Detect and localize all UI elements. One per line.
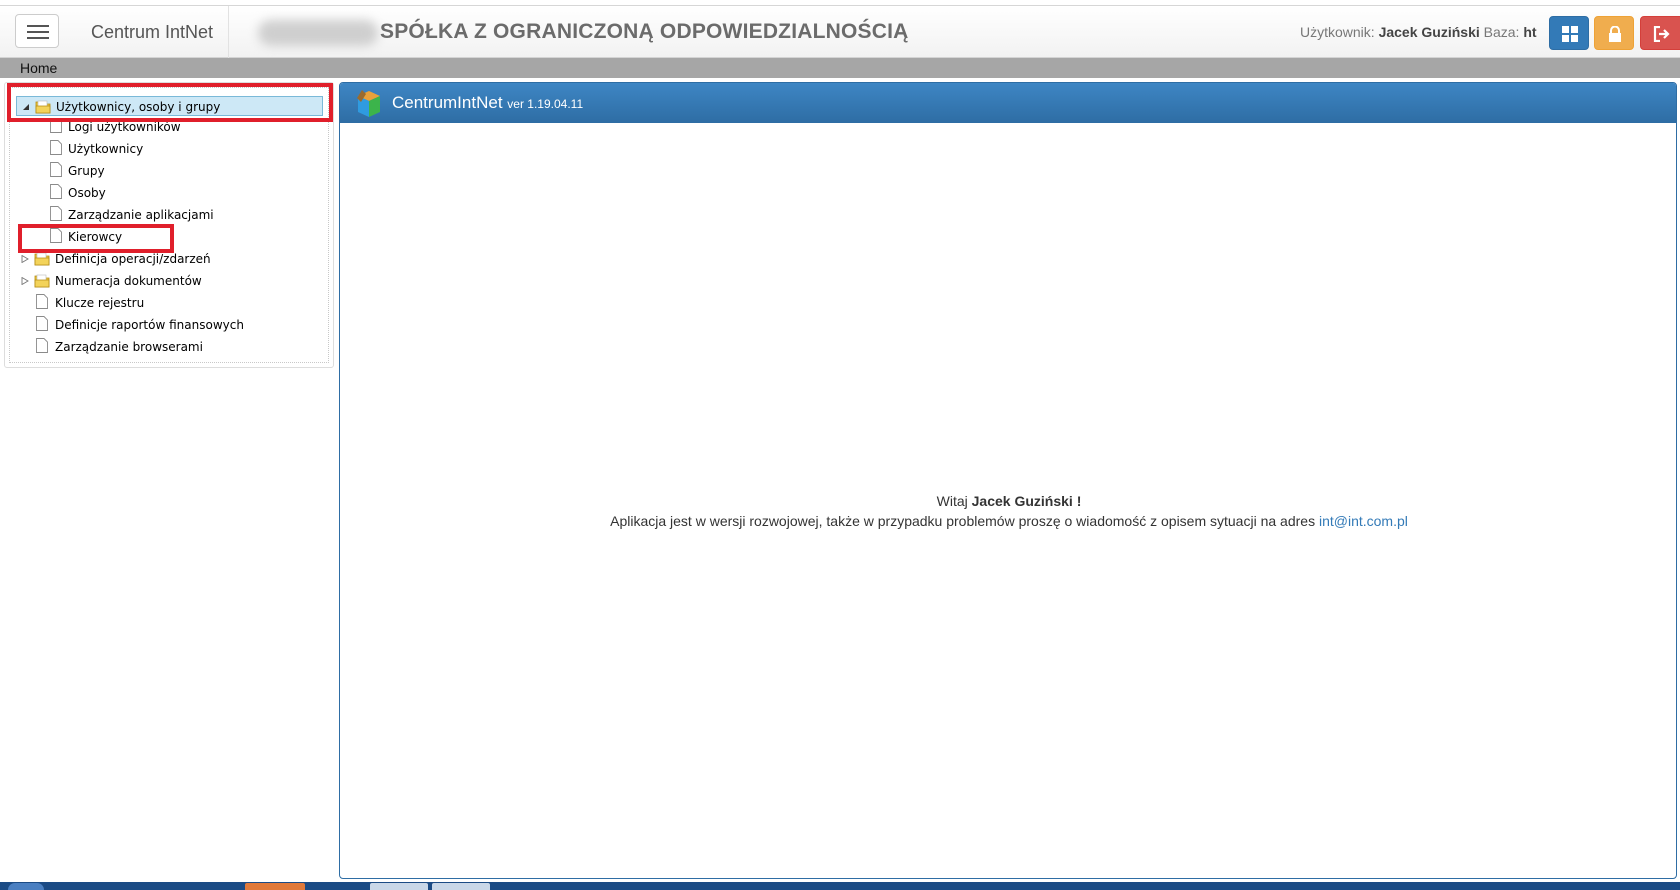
tree-node-label: Zarządzanie browserami <box>55 340 203 354</box>
breadcrumb-home[interactable]: Home <box>20 60 57 76</box>
document-icon <box>36 316 48 331</box>
document-icon <box>50 206 62 221</box>
tree-node-label: Użytkownicy <box>68 142 144 156</box>
info-message: Aplikacja jest w wersji rozwojowej, takż… <box>610 513 1316 529</box>
app-title: CentrumIntNet ver 1.19.04.11 <box>392 93 583 113</box>
welcome-prefix: Witaj <box>936 493 968 509</box>
document-icon <box>36 294 48 309</box>
dashboard-button[interactable] <box>1549 16 1589 50</box>
top-navbar: Centrum IntNet SPÓŁKA Z OGRANICZONĄ ODPO… <box>0 6 1680 58</box>
lock-icon <box>1609 26 1621 42</box>
brand-divider <box>228 6 229 58</box>
logout-button[interactable] <box>1640 16 1680 50</box>
document-icon <box>50 184 62 199</box>
folder-icon <box>34 252 50 266</box>
tree-node-document-numbering[interactable]: Numeracja dokumentów <box>19 271 299 291</box>
tree-node-financial-reports[interactable]: Definicje raportów finansowych <box>36 315 316 335</box>
lock-button[interactable] <box>1594 16 1634 50</box>
welcome-user-name: Jacek Guziński ! <box>971 493 1082 509</box>
welcome-message: Witaj Jacek Guziński ! Aplikacja jest w … <box>340 491 1676 531</box>
menu-toggle-button[interactable] <box>15 14 59 48</box>
contact-email-link[interactable]: int@int.com.pl <box>1319 513 1408 529</box>
tree-node-groups[interactable]: Grupy <box>50 161 250 181</box>
tree-node-app-management[interactable]: Zarządzanie aplikacjami <box>50 205 250 225</box>
app-name: CentrumIntNet <box>392 93 503 112</box>
expand-triangle-icon[interactable] <box>21 277 29 285</box>
hamburger-icon <box>27 25 49 27</box>
tree-node-label: Logi użytkowników <box>68 120 181 134</box>
tree-node-browser-management[interactable]: Zarządzanie browserami <box>36 337 316 357</box>
tree-node-label: Grupy <box>68 164 105 178</box>
db-value: ht <box>1523 24 1537 40</box>
redacted-company-name <box>258 20 378 46</box>
breadcrumb: Home <box>0 58 1680 78</box>
db-label: Baza: <box>1483 24 1520 40</box>
folder-icon <box>34 274 50 288</box>
tree-node-label: Definicje raportów finansowych <box>55 318 244 332</box>
document-icon <box>36 338 48 353</box>
hamburger-icon-bar <box>27 37 49 39</box>
highlight-box-users-groups <box>7 83 333 122</box>
user-info: Użytkownik: Jacek Guziński Baza: ht <box>1300 24 1537 40</box>
tree-node-registry-keys[interactable]: Klucze rejestru <box>36 293 316 313</box>
grid-icon <box>1562 26 1578 42</box>
tree-node-label: Osoby <box>68 186 106 200</box>
os-taskbar <box>0 882 1680 890</box>
logout-icon <box>1653 26 1670 42</box>
tree-node-label: Zarządzanie aplikacjami <box>68 208 214 222</box>
tree-node-users[interactable]: Użytkownicy <box>50 139 250 159</box>
info-line: Aplikacja jest w wersji rozwojowej, takż… <box>340 511 1676 531</box>
brand-link[interactable]: Centrum IntNet <box>91 22 213 43</box>
user-name: Jacek Guziński <box>1378 24 1480 40</box>
app-version: ver 1.19.04.11 <box>507 97 584 111</box>
tree-node-persons[interactable]: Osoby <box>50 183 250 203</box>
taskbar-app[interactable] <box>245 883 305 890</box>
user-label: Użytkownik: <box>1300 24 1375 40</box>
document-icon <box>50 162 62 177</box>
tree-node-label: Definicja operacji/zdarzeń <box>55 252 211 266</box>
start-button[interactable] <box>8 883 44 890</box>
content-header: CentrumIntNet ver 1.19.04.11 <box>340 83 1676 123</box>
main-content-panel: CentrumIntNet ver 1.19.04.11 Witaj Jacek… <box>339 82 1677 879</box>
document-icon <box>50 140 62 155</box>
expand-triangle-icon[interactable] <box>21 255 29 263</box>
tree-node-label: Klucze rejestru <box>55 296 145 310</box>
tree-node-label: Numeracja dokumentów <box>55 274 202 288</box>
taskbar-app[interactable] <box>370 883 428 890</box>
app-logo-icon <box>357 90 380 117</box>
taskbar-app[interactable] <box>432 883 490 890</box>
company-name: SPÓŁKA Z OGRANICZONĄ ODPOWIEDZIALNOŚCIĄ <box>380 20 909 43</box>
hamburger-icon-bar <box>27 31 49 33</box>
welcome-line: Witaj Jacek Guziński ! <box>340 491 1676 511</box>
highlight-box-drivers <box>18 224 174 253</box>
